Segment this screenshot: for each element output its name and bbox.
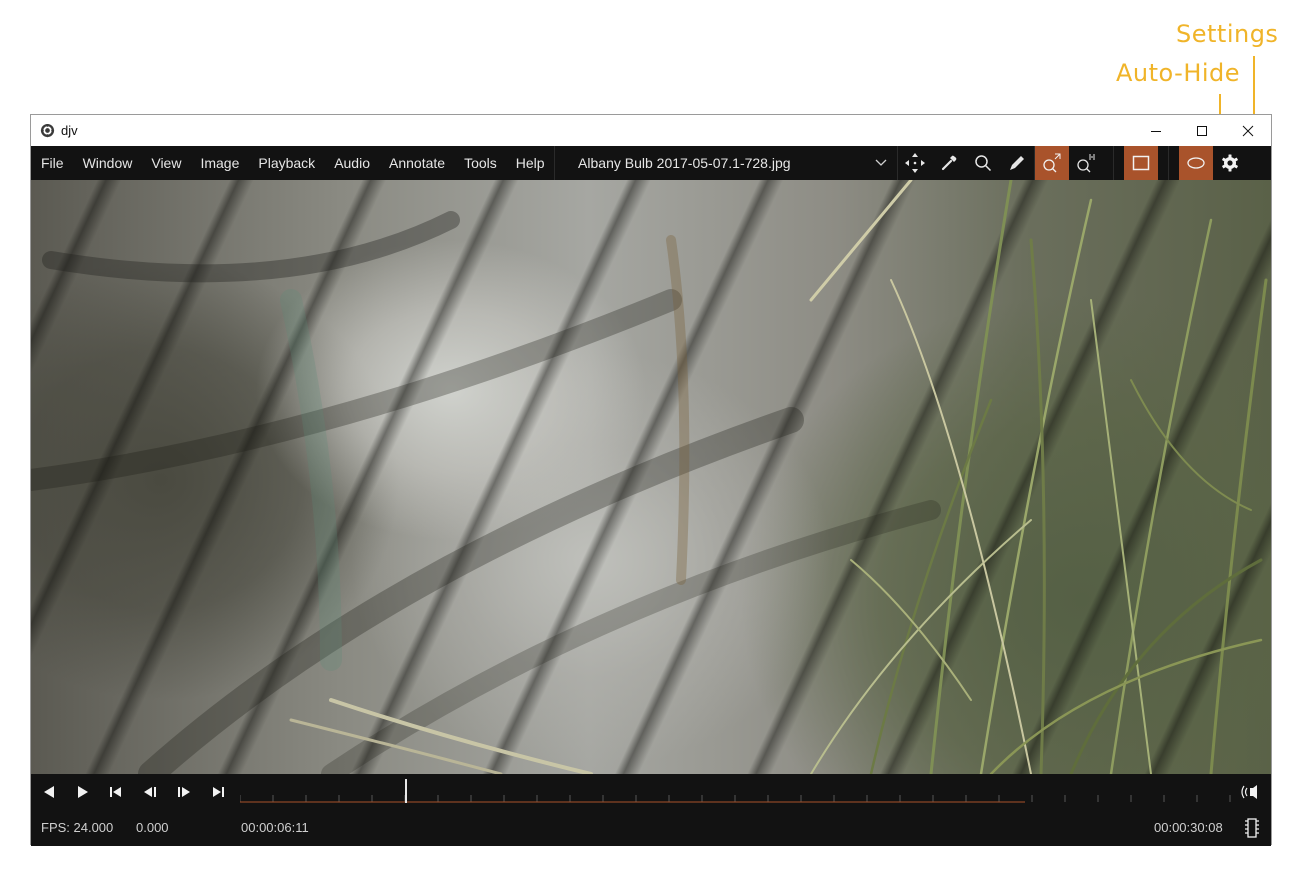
chevron-down-icon	[875, 159, 887, 166]
minimize-icon	[1151, 130, 1161, 132]
menu-bar: File Window View Image Playback Audio An…	[31, 146, 1271, 180]
auto-hide-button[interactable]	[1179, 146, 1214, 180]
menu-help[interactable]: Help	[506, 155, 554, 171]
settings-callout: Settings	[1176, 20, 1279, 48]
settings-icon	[1222, 154, 1238, 172]
menu-view[interactable]: View	[142, 155, 191, 171]
magnifier-button[interactable]	[966, 146, 1000, 180]
maximize-icon	[1197, 125, 1207, 136]
image-viewport[interactable]	[31, 180, 1271, 774]
play-forward-button[interactable]	[71, 780, 95, 804]
frame-icon	[1132, 155, 1150, 171]
move-icon	[905, 153, 926, 173]
playback-bar	[31, 774, 1271, 810]
window-title: djv	[61, 123, 78, 138]
status-bar: FPS: 24.000 0.000 00:00:06:11 00:00:30:0…	[31, 810, 1271, 846]
menu-audio[interactable]: Audio	[325, 155, 380, 171]
maximize-button[interactable]	[1179, 115, 1225, 146]
zoom-reset-icon	[1077, 154, 1095, 173]
play-reverse-button[interactable]	[37, 780, 61, 804]
auto-hide-icon	[1187, 157, 1205, 169]
app-window: djv File Window View Image Playback Audi…	[30, 114, 1272, 846]
play-icon	[78, 786, 88, 798]
file-name: Albany Bulb 2017-05-07.1-728.jpg	[578, 155, 791, 171]
skip-start-icon	[110, 787, 121, 797]
film-strip-icon	[1245, 818, 1259, 838]
file-selector[interactable]: Albany Bulb 2017-05-07.1-728.jpg	[555, 146, 897, 180]
menu-tools[interactable]: Tools	[455, 155, 507, 171]
previous-frame-button[interactable]	[138, 780, 162, 804]
go-to-end-button[interactable]	[206, 780, 230, 804]
color-picker-button[interactable]	[932, 146, 966, 180]
next-frame-button[interactable]	[172, 780, 196, 804]
step-back-icon	[144, 787, 156, 797]
play-reverse-icon	[44, 786, 54, 798]
zoom-fit-button[interactable]	[1035, 146, 1070, 180]
menu-file[interactable]: File	[31, 155, 73, 171]
pencil-icon	[1010, 156, 1025, 170]
menu-playback[interactable]: Playback	[249, 155, 325, 171]
menu-window[interactable]: Window	[73, 155, 142, 171]
skip-end-icon	[213, 787, 224, 797]
time-units-button[interactable]	[1244, 818, 1264, 838]
color-picker-icon	[941, 155, 957, 171]
step-forward-icon	[178, 787, 190, 797]
menu-annotate[interactable]: Annotate	[380, 155, 455, 171]
speaker-icon	[1241, 785, 1257, 799]
frame-view-button[interactable]	[1124, 146, 1159, 180]
move-tool-button[interactable]	[898, 146, 932, 180]
fps-readout: FPS: 24.000	[41, 820, 114, 835]
minimize-button[interactable]	[1133, 115, 1179, 146]
djv-logo-icon	[40, 123, 55, 138]
close-icon	[1242, 125, 1254, 136]
timeline-ticks	[240, 795, 1231, 802]
zoom-fit-icon	[1043, 153, 1061, 173]
go-to-start-button[interactable]	[104, 780, 128, 804]
title-bar: djv	[31, 115, 1271, 146]
audio-button[interactable]	[1238, 780, 1262, 804]
auto-hide-callout: Auto-Hide	[1116, 59, 1241, 87]
speed-value: 0.000	[136, 820, 169, 835]
timeline-slider[interactable]	[240, 774, 1232, 810]
close-button[interactable]	[1225, 115, 1271, 146]
annotate-pencil-button[interactable]	[1000, 146, 1034, 180]
current-time[interactable]: 00:00:06:11	[241, 820, 309, 835]
menu-image[interactable]: Image	[191, 155, 249, 171]
image-content	[31, 180, 1268, 774]
zoom-reset-button[interactable]	[1069, 146, 1103, 180]
settings-button[interactable]	[1213, 146, 1247, 180]
magnifier-icon	[975, 155, 992, 172]
end-time: 00:00:30:08	[1154, 820, 1223, 835]
